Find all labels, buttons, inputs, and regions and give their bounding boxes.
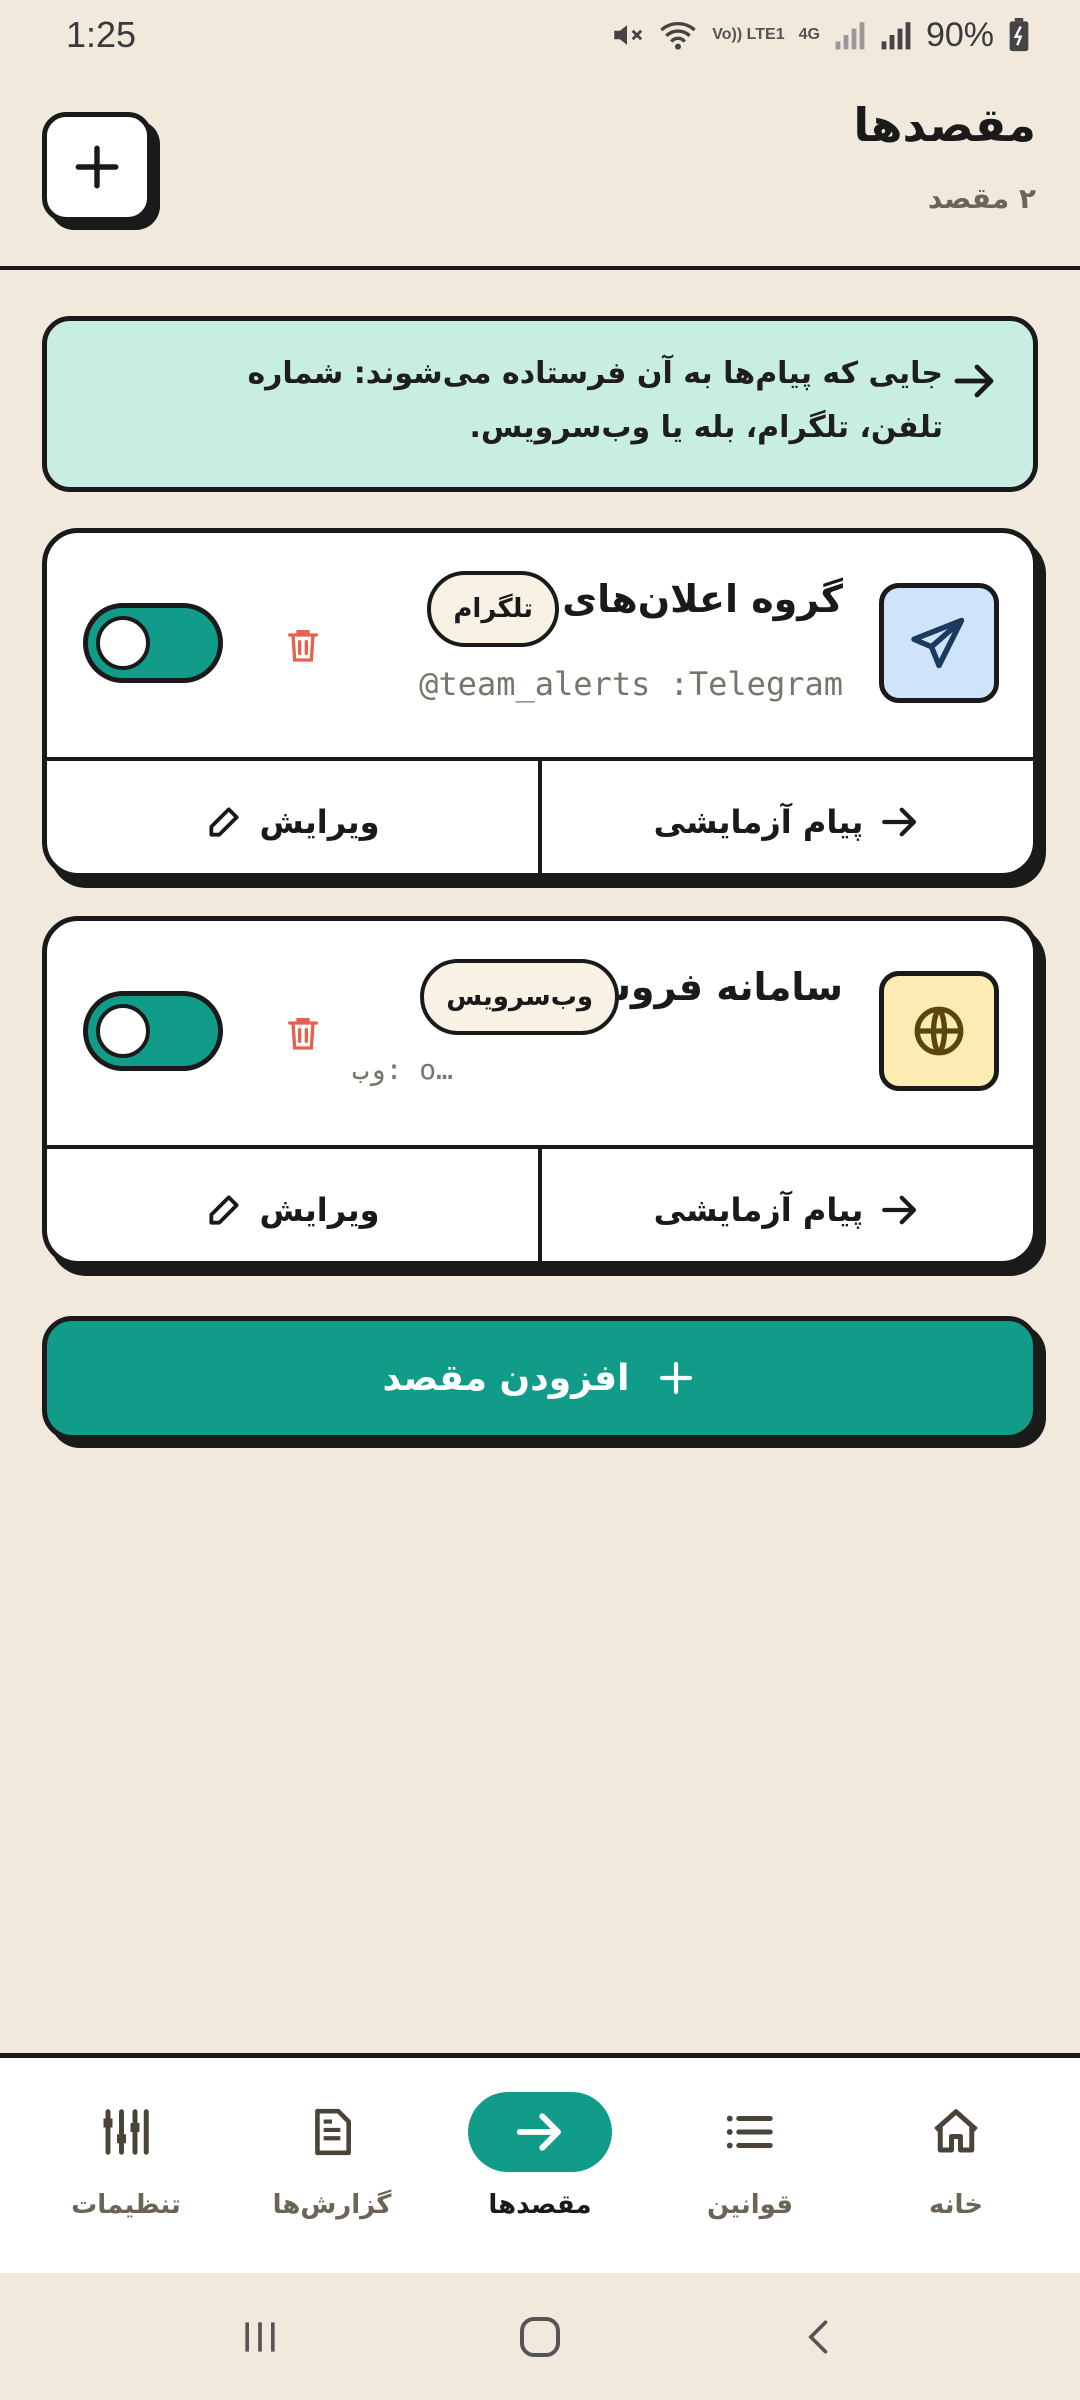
nav-icon-container	[260, 2092, 404, 2172]
destination-card-header: سامانه فروش وب‌سرویس وب: o…	[47, 921, 1033, 1145]
recents-button[interactable]	[220, 2297, 300, 2377]
document-icon	[315, 2108, 351, 2156]
home-icon	[934, 2109, 978, 2153]
bottom-navigation: خانه قوانین مقصدها گزارش‌ها تنظیمات	[0, 2053, 1080, 2273]
toggle-knob	[96, 1004, 150, 1058]
nav-label: خانه	[928, 2190, 984, 2220]
destination-detail: وب: o…	[351, 1053, 453, 1086]
wifi-icon	[660, 22, 697, 50]
edit-label: ویرایش	[259, 1191, 380, 1229]
pencil-icon	[209, 1195, 240, 1225]
plus-icon	[75, 145, 119, 189]
volte-indicator: Vo)) LTE1	[712, 26, 785, 43]
test-message-button[interactable]: پیام آزمایشی	[542, 761, 1033, 873]
add-destination-icon-button[interactable]	[42, 112, 152, 222]
chevron-left-icon	[808, 2320, 828, 2353]
nav-icon-container	[468, 2092, 612, 2172]
back-button[interactable]	[780, 2297, 860, 2377]
edit-button[interactable]: ویرایش	[47, 761, 542, 873]
nav-item-reports[interactable]: گزارش‌ها	[232, 2058, 432, 2273]
globe-icon	[914, 1006, 964, 1056]
destination-type-badge: وب‌سرویس	[420, 959, 619, 1035]
recents-icon	[245, 2321, 275, 2352]
arrow-right-icon	[882, 807, 917, 837]
destination-type-badge: تلگرام	[427, 571, 559, 647]
destination-card: سامانه فروش وب‌سرویس وب: o… ویرایش پیام …	[42, 916, 1038, 1266]
arrow-right-icon	[516, 2113, 561, 2151]
web-tile	[879, 971, 999, 1091]
delete-button[interactable]	[279, 621, 327, 669]
mute-icon	[614, 25, 643, 45]
network-type: 4G	[798, 26, 820, 43]
destination-card: گروه اعلان‌های تیم تلگرام @team_alerts :…	[42, 528, 1038, 878]
edit-label: ویرایش	[259, 803, 380, 841]
nav-label: گزارش‌ها	[272, 2190, 392, 2220]
home-circle-icon	[520, 2316, 560, 2357]
test-message-button[interactable]: پیام آزمایشی	[542, 1149, 1033, 1261]
nav-icon-container	[54, 2092, 198, 2172]
edit-button[interactable]: ویرایش	[47, 1149, 542, 1261]
test-message-label: پیام آزمایشی	[653, 1191, 864, 1229]
info-text: جایی که پیام‌ها به آن فرستاده می‌شوند: ش…	[247, 356, 943, 445]
destination-card-header: گروه اعلان‌های تیم تلگرام @team_alerts :…	[47, 533, 1033, 757]
status-icons: Vo)) LTE1 4G 90%	[610, 16, 1030, 55]
test-message-label: پیام آزمایشی	[653, 803, 864, 841]
destination-count: ۲ مقصد	[927, 182, 1036, 215]
page-title: مقصدها	[853, 98, 1036, 152]
add-destination-label: افزودن مقصد	[382, 1357, 630, 1399]
status-bar: 1:25 Vo)) LTE1 4G 90%	[0, 0, 1080, 70]
system-navigation-bar	[0, 2273, 1080, 2400]
add-destination-button[interactable]: افزودن مقصد	[42, 1316, 1038, 1440]
pencil-icon	[209, 807, 240, 837]
signal-icon	[835, 22, 865, 50]
destination-actions: ویرایش پیام آزمایشی	[47, 1145, 1033, 1261]
battery-percent: 90%	[925, 15, 994, 54]
trash-icon	[288, 1018, 318, 1050]
list-icon	[726, 2115, 773, 2149]
enable-toggle[interactable]	[83, 991, 223, 1071]
nav-label: تنظیمات	[71, 2190, 181, 2220]
nav-label: قوانین	[706, 2190, 793, 2220]
nav-item-settings[interactable]: تنظیمات	[26, 2058, 226, 2273]
nav-item-home[interactable]: خانه	[856, 2058, 1056, 2273]
telegram-tile	[879, 583, 999, 703]
nav-icon-container	[884, 2092, 1028, 2172]
nav-item-destinations[interactable]: مقصدها	[440, 2058, 640, 2273]
toggle-knob	[96, 616, 150, 670]
destination-actions: ویرایش پیام آزمایشی	[47, 757, 1033, 873]
arrow-right-icon	[954, 364, 994, 398]
app-header: مقصدها ۲ مقصد	[0, 70, 1080, 270]
home-button[interactable]	[500, 2297, 580, 2377]
nav-label: مقصدها	[488, 2190, 592, 2220]
arrow-right-icon	[882, 1195, 917, 1225]
delete-button[interactable]	[279, 1009, 327, 1057]
enable-toggle[interactable]	[83, 603, 223, 683]
battery-icon	[1009, 18, 1029, 52]
nav-item-rules[interactable]: قوانین	[650, 2058, 850, 2273]
info-banner: جایی که پیام‌ها به آن فرستاده می‌شوند: ش…	[42, 316, 1038, 492]
nav-icon-container	[678, 2092, 822, 2172]
plus-icon	[660, 1361, 693, 1395]
sliders-icon	[103, 2109, 149, 2155]
trash-icon	[288, 630, 318, 662]
signal-icon-2	[881, 22, 911, 50]
destination-detail: @team_alerts :Telegram	[419, 665, 843, 703]
status-time: 1:25	[66, 14, 137, 55]
send-icon	[911, 617, 965, 669]
